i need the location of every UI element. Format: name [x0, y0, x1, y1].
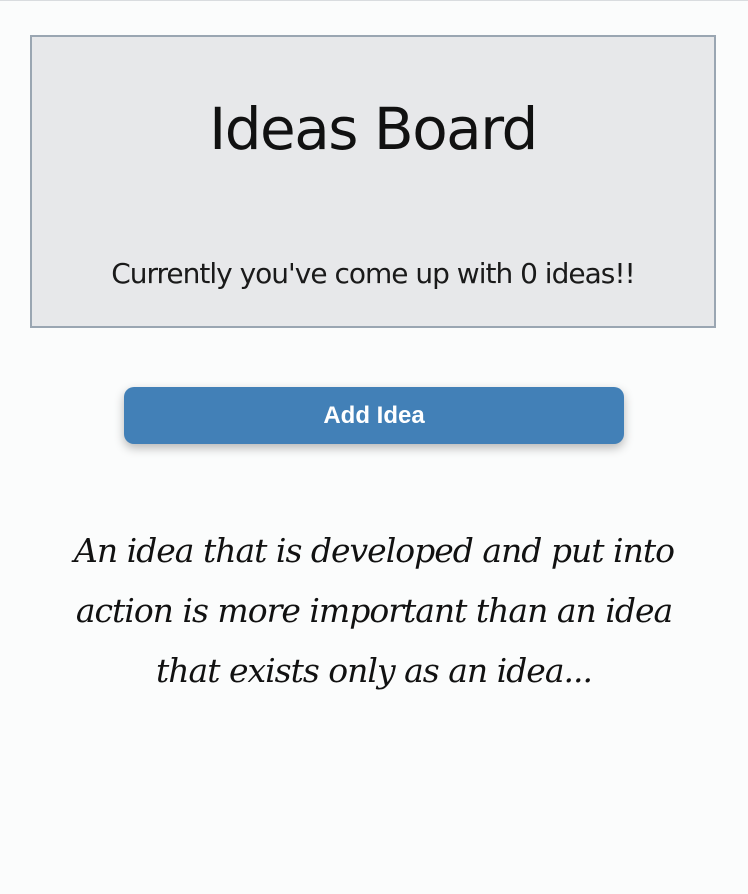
idea-count-text: Currently you've come up with 0 ideas!!: [111, 257, 636, 290]
add-idea-button[interactable]: Add Idea: [124, 387, 624, 444]
inspirational-quote: An idea that is developed and put into a…: [74, 531, 675, 690]
header-card: Ideas Board Currently you've come up wit…: [30, 35, 716, 328]
page-title: Ideas Board: [209, 95, 538, 163]
